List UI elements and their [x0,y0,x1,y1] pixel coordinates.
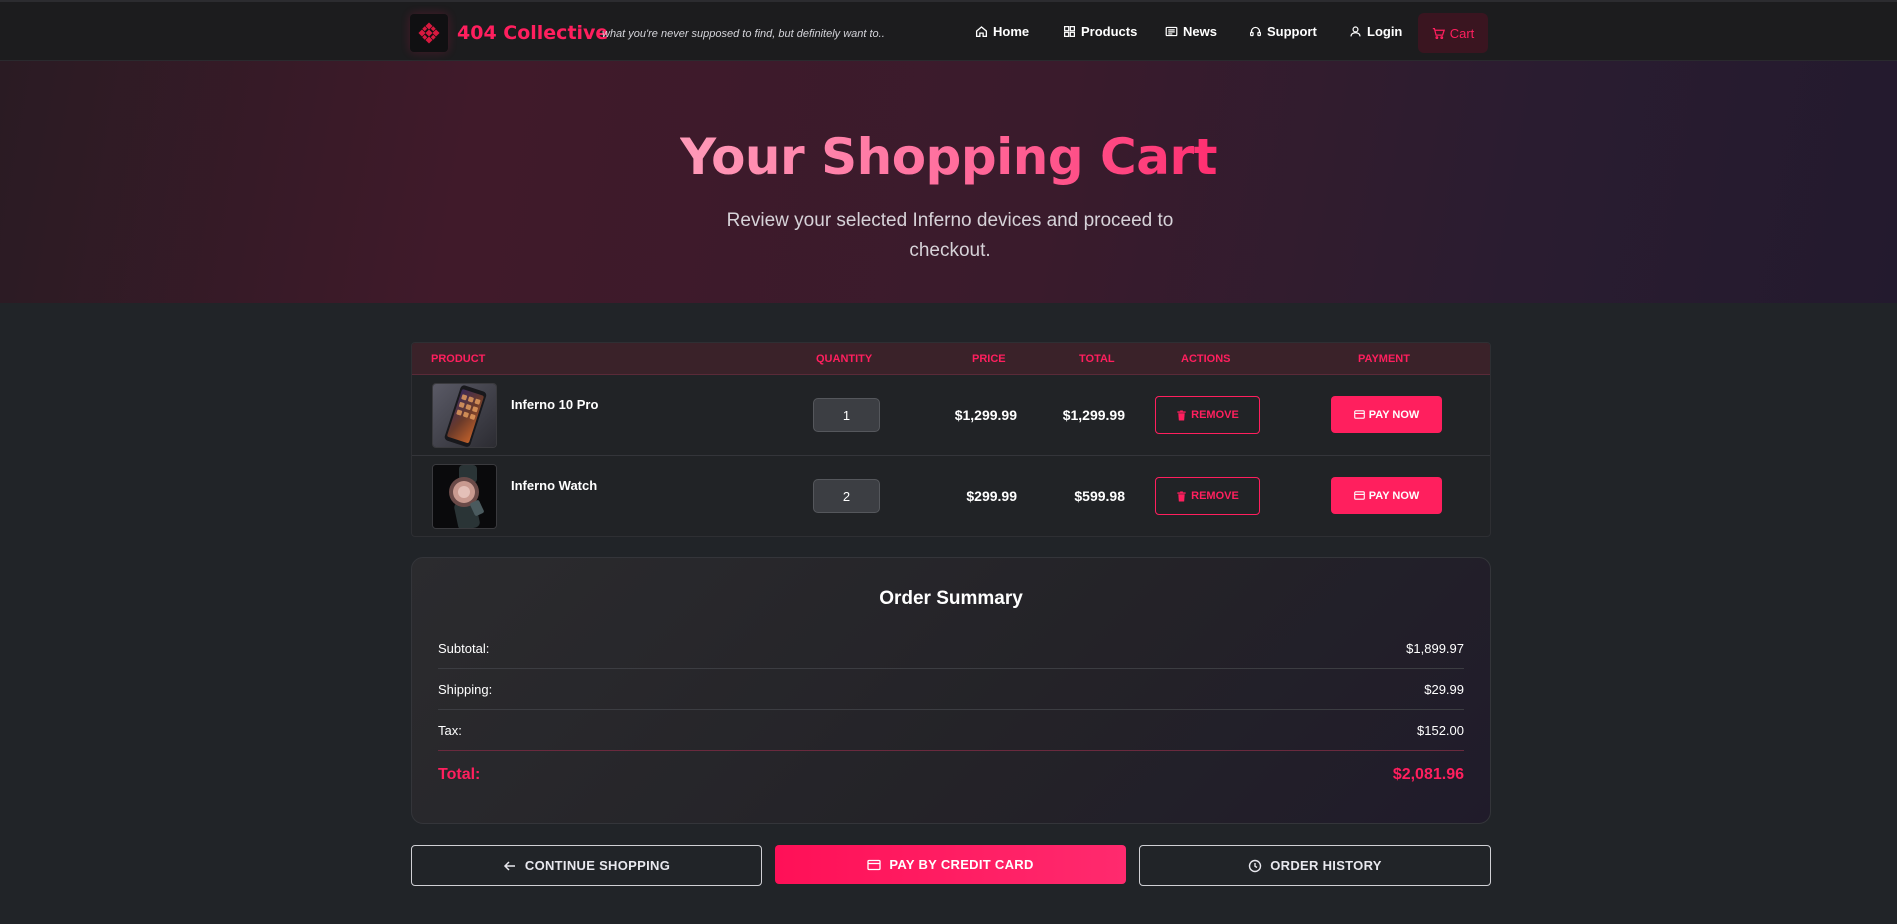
pay-now-label: PAY NOW [1368,408,1420,421]
watch-image [433,465,496,528]
credit-card-icon [1353,491,1365,500]
product-price: $1,299.99 [954,407,1017,423]
total-label: Total: [438,766,481,783]
brand-name[interactable]: 404 Collective [457,22,608,44]
nav-products-label: Products [1081,24,1138,39]
col-price: PRICE [972,353,1006,365]
order-history-button[interactable]: ORDER HISTORY [1139,845,1491,886]
subtotal-line: Subtotal: $1,899.97 [438,628,1464,669]
quantity-input[interactable] [813,479,880,513]
product-image[interactable] [432,464,497,529]
credit-card-icon [1353,410,1365,419]
diamond-logo-icon [418,22,440,44]
remove-button[interactable]: REMOVE [1155,477,1260,515]
page-subtitle: Review your selected Inferno devices and… [726,210,1174,261]
brand-logo[interactable] [410,14,448,52]
nav-home-label: Home [993,24,1030,39]
trash-icon [1177,409,1186,421]
product-price: $299.99 [966,488,1017,504]
nav-login[interactable]: Login [1349,24,1402,39]
product-total: $1,299.99 [1062,407,1125,423]
cart-icon [1432,27,1445,39]
table-header: PRODUCT QUANTITY PRICE TOTAL ACTIONS PAY… [412,343,1490,375]
user-icon [1350,26,1361,37]
navbar: 404 Collective what you're never suppose… [0,0,1897,61]
continue-shopping-label: CONTINUE SHOPPING [524,858,671,873]
hero-banner: Your Shopping Cart Review your selected … [0,61,1897,303]
col-payment: PAYMENT [1358,353,1410,365]
product-image[interactable] [432,383,497,448]
grid-icon [1064,26,1075,37]
tax-line: Tax: $152.00 [438,710,1464,751]
nav-products[interactable]: Products [1063,24,1137,39]
pay-by-credit-card-label: PAY BY CREDIT CARD [889,857,1034,872]
remove-label: REMOVE [1191,409,1239,421]
remove-label: REMOVE [1191,490,1239,502]
product-total: $599.98 [1074,488,1125,504]
pay-by-credit-card-button[interactable]: PAY BY CREDIT CARD [775,845,1126,884]
total-value: $2,081.96 [1392,766,1464,783]
pay-now-button[interactable]: PAY NOW [1331,477,1442,514]
col-actions: ACTIONS [1181,353,1231,365]
page-title-text: Your Shopping Cart [679,128,1218,186]
continue-shopping-button[interactable]: CONTINUE SHOPPING [411,845,762,886]
col-quantity: QUANTITY [816,353,873,365]
home-icon [975,26,988,38]
nav-support[interactable]: Support [1249,24,1317,39]
tax-label: Tax: [438,723,462,738]
nav-cart[interactable]: Cart [1418,13,1488,53]
shipping-value: $29.99 [1424,682,1464,697]
shipping-line: Shipping: $29.99 [438,669,1464,710]
pay-now-label: PAY NOW [1368,489,1420,502]
subtotal-value: $1,899.97 [1406,641,1464,656]
nav-news[interactable]: News [1165,24,1217,39]
trash-icon [1177,490,1186,502]
shipping-label: Shipping: [438,682,493,697]
cart-table: PRODUCT QUANTITY PRICE TOTAL ACTIONS PAY… [411,342,1491,537]
table-row: Inferno 10 Pro $1,299.99 $1,299.99 REMOV… [412,375,1490,456]
page-title: Your Shopping Cart [0,127,1897,187]
nav-home[interactable]: Home [975,24,1029,39]
quantity-input[interactable] [813,398,880,432]
col-product: PRODUCT [431,353,486,365]
credit-card-icon [867,859,881,870]
headset-icon [1250,26,1261,37]
newspaper-icon [1165,26,1178,37]
brand-tagline: what you're never supposed to find, but … [602,28,885,40]
nav-support-label: Support [1267,24,1317,39]
arrow-left-icon [503,860,515,871]
product-name[interactable]: Inferno Watch [511,478,597,493]
table-row: Inferno Watch $299.99 $599.98 REMOVE PAY… [412,456,1490,536]
nav-login-label: Login [1367,24,1403,39]
col-total: TOTAL [1079,353,1115,365]
remove-button[interactable]: REMOVE [1155,396,1260,434]
pay-now-button[interactable]: PAY NOW [1331,396,1442,433]
total-line: Total: $2,081.96 [438,752,1464,793]
tax-value: $152.00 [1417,723,1464,738]
order-summary: Order Summary Subtotal: $1,899.97 Shippi… [411,557,1491,824]
order-history-label: ORDER HISTORY [1270,858,1382,873]
order-summary-title: Order Summary [879,588,1023,609]
subtotal-label: Subtotal: [438,641,490,656]
product-name[interactable]: Inferno 10 Pro [511,397,598,412]
clock-icon [1249,859,1262,872]
nav-news-label: News [1183,24,1217,39]
phone-image [433,384,496,447]
nav-cart-label: Cart [1449,25,1475,41]
